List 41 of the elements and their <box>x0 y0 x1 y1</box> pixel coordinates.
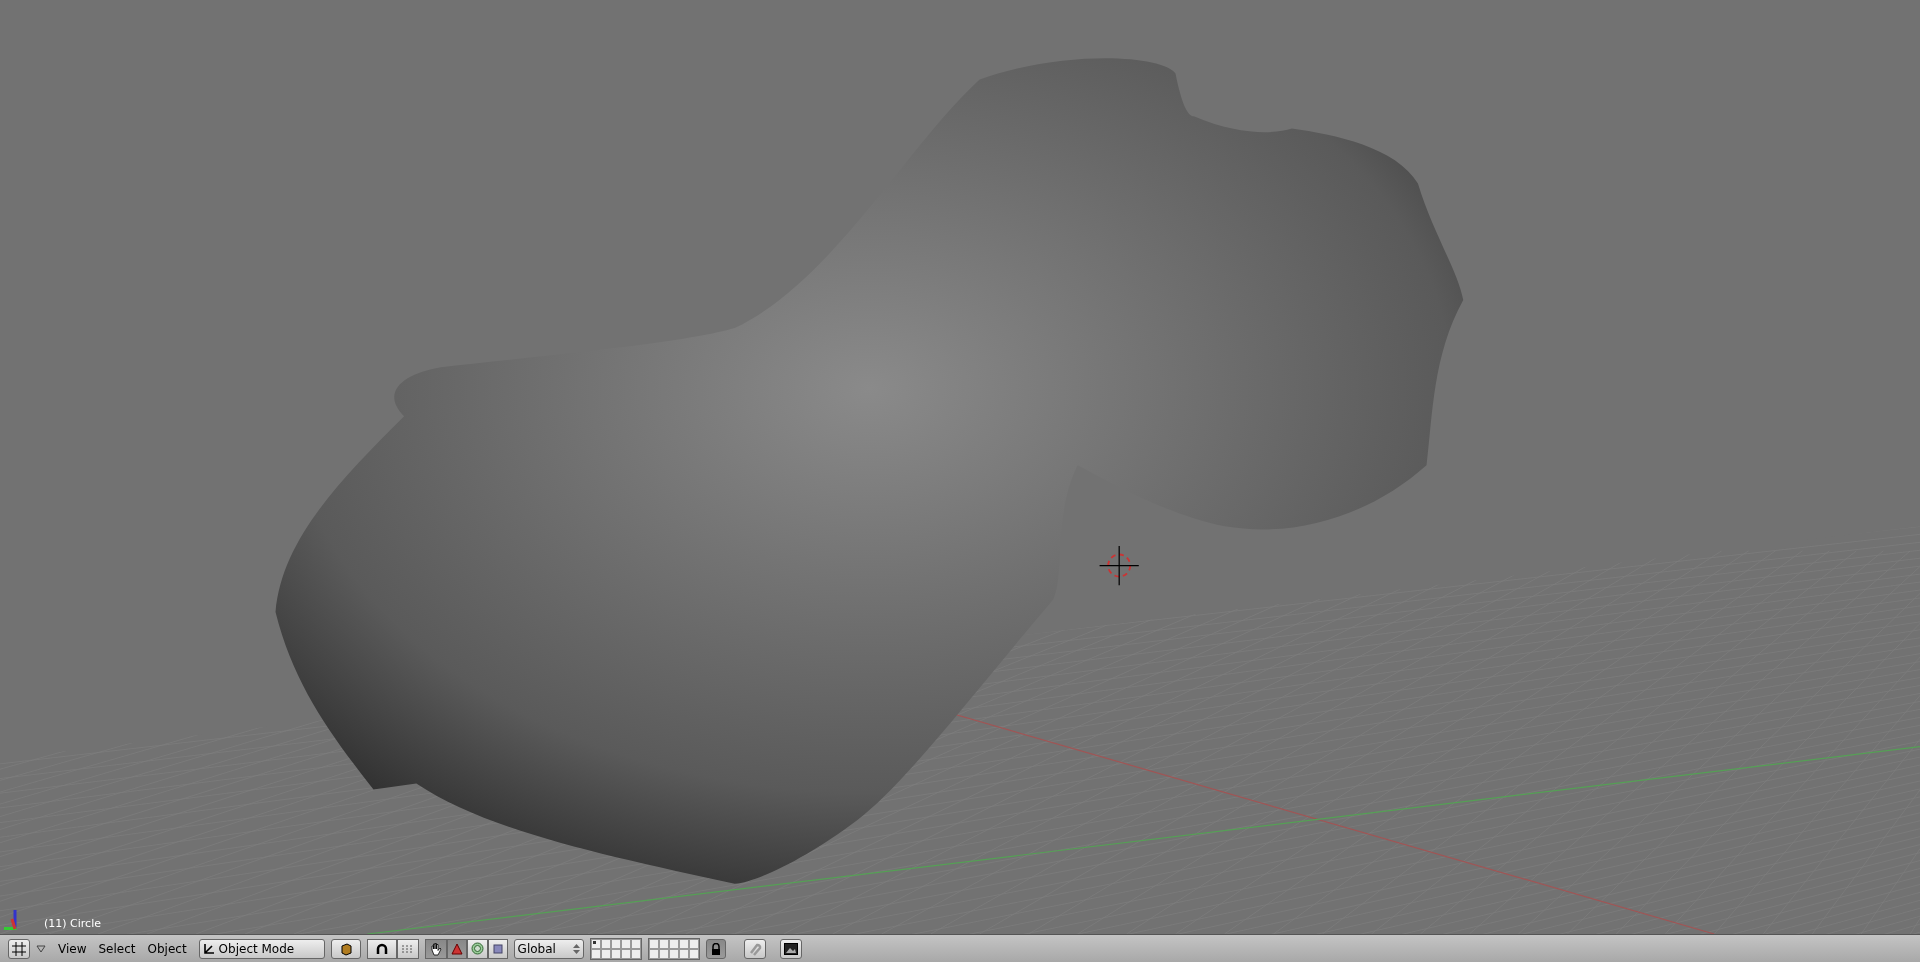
manipulator-button[interactable] <box>446 938 467 959</box>
menu-item[interactable]: View <box>52 941 93 956</box>
pivot-button[interactable] <box>366 938 397 959</box>
picture-icon <box>783 942 798 955</box>
menu-item[interactable]: Object <box>141 941 193 956</box>
object-label: (11) Circle <box>44 917 101 930</box>
layer-button[interactable] <box>648 938 659 949</box>
render-button[interactable] <box>779 938 802 959</box>
triangle-icon <box>450 942 463 955</box>
orientation-dropdown[interactable]: Global <box>513 938 584 959</box>
pivot-icon <box>375 942 388 955</box>
up-down-arrows-icon <box>572 943 580 954</box>
manipulator-button[interactable] <box>424 938 447 959</box>
collapse-triangle-icon[interactable] <box>36 944 46 953</box>
axes-icon <box>202 942 215 955</box>
axis-gizmo-icon <box>4 910 18 930</box>
editor-type-button[interactable] <box>8 938 30 959</box>
layer-button[interactable] <box>610 938 621 949</box>
mode-dropdown[interactable]: Object Mode <box>198 938 325 959</box>
draw-type-button[interactable] <box>330 938 361 959</box>
layer-button[interactable] <box>590 948 601 959</box>
cube-icon <box>338 941 353 956</box>
layer-button[interactable] <box>600 938 611 949</box>
3d-cursor-icon <box>1099 545 1140 586</box>
layer-button[interactable] <box>620 938 631 949</box>
layer-button[interactable] <box>658 938 669 949</box>
snapping-button[interactable] <box>743 938 766 959</box>
lock-layers-button[interactable] <box>705 938 726 959</box>
layer-button[interactable] <box>678 938 689 949</box>
layer-button[interactable] <box>668 938 679 949</box>
layer-button[interactable] <box>648 948 659 959</box>
layer-button[interactable] <box>688 938 699 949</box>
hand-icon <box>428 941 443 956</box>
layer-button[interactable] <box>590 938 601 949</box>
padlock-icon <box>710 942 721 955</box>
ring-icon <box>470 942 484 955</box>
grid-icon <box>12 941 26 956</box>
menu-item[interactable]: Select <box>92 941 142 956</box>
square-icon <box>492 943 503 954</box>
layer-button[interactable] <box>630 938 641 949</box>
snap-button[interactable] <box>396 938 419 959</box>
